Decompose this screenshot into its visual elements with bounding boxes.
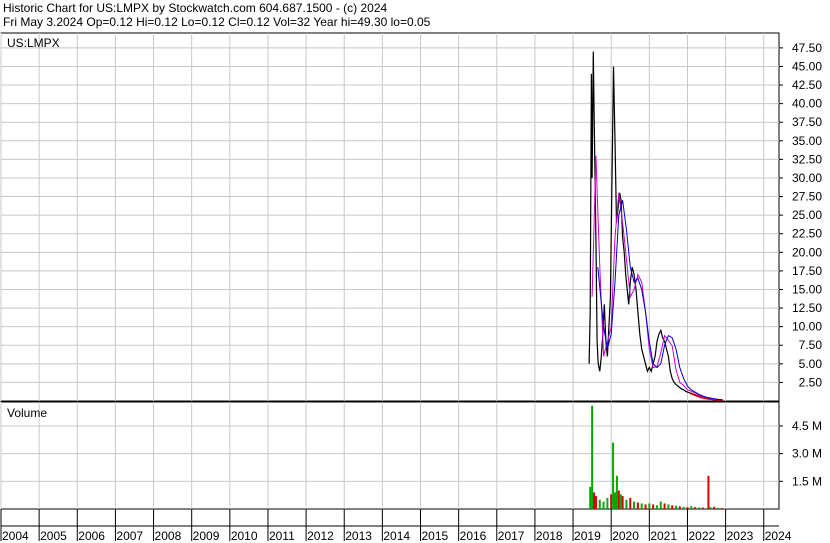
price-panel-label: US:LMPX	[7, 36, 60, 50]
volume-bar	[655, 505, 658, 509]
volume-bar	[682, 506, 685, 509]
year-tick-label: 2017	[498, 529, 525, 543]
volume-bar	[709, 507, 712, 509]
price-y-tick-label: 37.50	[792, 115, 822, 129]
price-y-tick-label: 7.50	[799, 338, 823, 352]
volume-bar	[675, 505, 678, 509]
year-tick-label: 2016	[460, 529, 487, 543]
volume-bar	[640, 503, 643, 509]
volume-bar	[594, 496, 597, 509]
volume-bar	[678, 506, 681, 509]
volume-bar	[644, 504, 647, 509]
volume-y-tick-label: 1.5 M	[792, 474, 822, 488]
year-tick-label: 2010	[231, 529, 258, 543]
volume-bar	[648, 503, 651, 509]
price-y-tick-label: 20.00	[792, 245, 822, 259]
volume-bar	[659, 501, 662, 509]
volume-bar	[619, 494, 622, 509]
volume-bar	[667, 504, 670, 509]
volume-bar	[615, 475, 618, 509]
year-tick-label: 2008	[155, 529, 182, 543]
volume-bar	[633, 501, 636, 509]
year-tick-label: 2022	[688, 529, 715, 543]
year-tick-label: 2019	[574, 529, 601, 543]
price-y-axis: 2.50 5.00 7.50 10.00 12.50 15.00 17.50 20.00 22.…	[779, 41, 823, 389]
volume-bar	[593, 492, 596, 509]
volume-bar	[701, 507, 704, 509]
volume-bar	[606, 497, 609, 509]
price-y-tick-label: 27.50	[792, 190, 822, 204]
volume-bar	[625, 499, 628, 509]
volume-y-axis: 1.5 M 3.0 M 4.5 M	[779, 419, 822, 488]
volume-bar	[591, 405, 594, 509]
volume-bar	[598, 499, 601, 509]
price-y-tick-label: 47.50	[792, 41, 822, 55]
price-y-tick-label: 32.50	[792, 152, 822, 166]
price-y-tick-label: 17.50	[792, 264, 822, 278]
price-y-tick-label: 2.50	[799, 375, 823, 389]
volume-bar	[690, 506, 693, 509]
volume-bar	[707, 475, 710, 509]
price-y-tick-label: 35.00	[792, 134, 822, 148]
volume-bar	[697, 507, 700, 509]
year-tick-label: 2023	[727, 529, 754, 543]
volume-bar	[671, 505, 674, 509]
price-y-tick-label: 5.00	[799, 357, 823, 371]
volume-bar	[621, 496, 624, 509]
year-tick-label: 2011	[269, 529, 295, 543]
price-y-tick-label: 45.00	[792, 59, 822, 73]
price-y-tick-label: 10.00	[792, 320, 822, 334]
year-tick-label: 2015	[422, 529, 449, 543]
year-tick-label: 2007	[116, 529, 143, 543]
volume-bar	[614, 492, 617, 509]
price-y-tick-label: 40.00	[792, 97, 822, 111]
year-tick-label: 2020	[612, 529, 639, 543]
volume-bar	[589, 486, 592, 509]
volume-bar	[612, 442, 615, 509]
volume-bar	[629, 497, 632, 509]
year-tick-label: 2013	[345, 529, 372, 543]
volume-bar	[636, 502, 639, 509]
price-y-tick-label: 12.50	[792, 301, 822, 315]
year-tick-label: 2012	[307, 529, 334, 543]
volume-y-tick-label: 3.0 M	[792, 447, 822, 461]
year-tick-label: 2021	[650, 529, 677, 543]
historic-chart: US:LMPX 2.50 5.00 7.50 10.00 12.50 15.00 17.50…	[0, 32, 823, 543]
price-y-tick-label: 22.50	[792, 227, 822, 241]
price-panel: US:LMPX 2.50 5.00 7.50 10.00 12.50 15.00 17.50…	[0, 32, 823, 402]
year-tick-label: 2014	[383, 529, 410, 543]
year-tick-label: 2018	[536, 529, 563, 543]
volume-bar	[663, 503, 666, 509]
year-tick-label: 2024	[765, 529, 792, 543]
price-y-tick-label: 25.00	[792, 208, 822, 222]
volume-bar	[652, 504, 655, 509]
price-y-tick-label: 30.00	[792, 171, 822, 185]
volume-bar	[686, 507, 689, 509]
volume-bar	[716, 507, 719, 509]
year-tick-label: 2009	[193, 529, 220, 543]
volume-bar	[617, 490, 620, 509]
volume-bar	[694, 507, 697, 509]
price-y-tick-label: 15.00	[792, 282, 822, 296]
volume-plot-frame	[0, 401, 780, 510]
volume-panel: Volume 1.5 M 3.0 M 4.5 M	[0, 401, 822, 510]
year-tick-label: 2006	[78, 529, 105, 543]
year-tick-label: 2005	[40, 529, 67, 543]
volume-panel-label: Volume	[7, 406, 47, 420]
volume-bar	[720, 508, 723, 510]
year-axis: 2004 2005 2006 2007 2008 2009 2010 2011 2012 2013…	[0, 509, 792, 543]
price-y-tick-label: 42.50	[792, 78, 822, 92]
volume-y-tick-label: 4.5 M	[792, 419, 822, 433]
volume-bar	[713, 506, 716, 509]
year-tick-label: 2004	[2, 529, 29, 543]
volume-bar	[602, 501, 605, 509]
volume-bar	[610, 494, 613, 509]
